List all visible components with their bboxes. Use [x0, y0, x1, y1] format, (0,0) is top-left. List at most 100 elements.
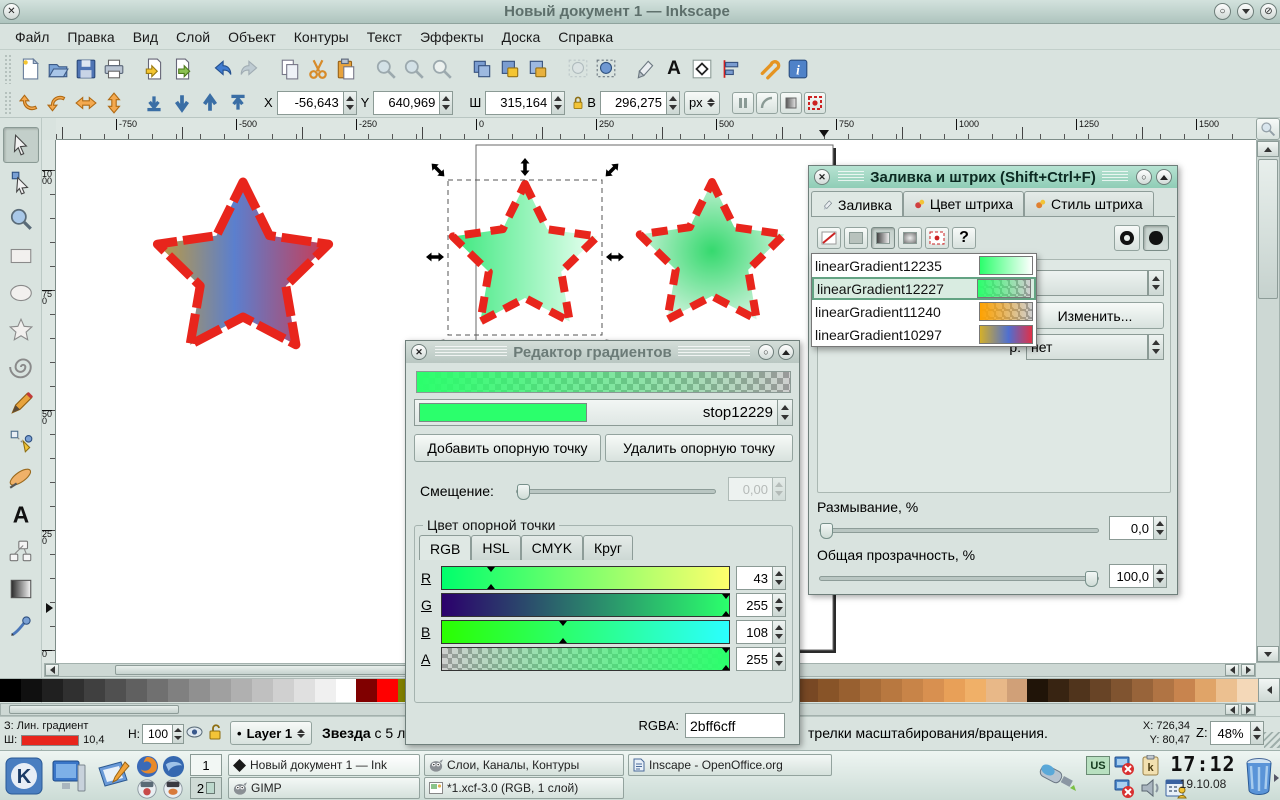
scroll-up-icon[interactable]	[1257, 141, 1279, 157]
palette-color[interactable]	[986, 679, 1007, 702]
layer-selector[interactable]: •Layer 1	[230, 721, 312, 745]
palette-color[interactable]	[0, 679, 21, 702]
delete-stop-button[interactable]: Удалить опорную точку	[605, 434, 793, 462]
fill-stroke-indicator[interactable]: З: Лин. градиент Ш:10,4	[4, 719, 105, 747]
scrollbar-thumb[interactable]	[1258, 159, 1278, 299]
redo-icon[interactable]	[237, 56, 263, 82]
tool-rectangle[interactable]	[3, 238, 39, 274]
palette-color[interactable]	[1048, 679, 1069, 702]
menu-text[interactable]: Текст	[358, 26, 411, 48]
palette-color[interactable]	[1069, 679, 1090, 702]
palette-color[interactable]	[902, 679, 923, 702]
flip-horizontal-icon[interactable]	[73, 90, 99, 116]
network-status-icon-2[interactable]	[1112, 777, 1136, 799]
dialog-shade-icon[interactable]: ○	[758, 344, 774, 360]
lower-icon[interactable]	[169, 90, 195, 116]
add-stop-button[interactable]: Добавить опорную точку	[414, 434, 601, 462]
kate-launcher[interactable]	[94, 757, 132, 795]
palette-color[interactable]	[965, 679, 986, 702]
scroll-left-icon[interactable]	[45, 664, 59, 676]
palette-color[interactable]	[168, 679, 189, 702]
layer-lock-icon[interactable]	[208, 724, 222, 743]
tool-gradient[interactable]	[3, 571, 39, 607]
pager-desktop-2[interactable]: 2	[190, 777, 222, 799]
task-inkscape[interactable]: Новый документ 1 — Ink	[228, 754, 420, 776]
paint-unknown-button[interactable]: ?	[952, 227, 976, 249]
import-document-icon[interactable]	[141, 56, 167, 82]
vertical-ruler[interactable]: 1000 750 500 250 0	[42, 140, 56, 663]
units-combobox[interactable]: px	[684, 91, 720, 115]
klipper-icon[interactable]: k	[1139, 754, 1161, 776]
palette-color[interactable]	[63, 679, 84, 702]
palette-color[interactable]	[377, 679, 398, 702]
export-document-icon[interactable]	[169, 56, 195, 82]
slider-thumb[interactable]	[820, 523, 833, 539]
menu-view[interactable]: Вид	[124, 26, 167, 48]
preferences-icon[interactable]	[757, 56, 783, 82]
toolbar-grip[interactable]	[4, 91, 12, 115]
gradient-list-item[interactable]: linearGradient10297	[812, 323, 1036, 346]
palette-color[interactable]	[126, 679, 147, 702]
palette-color[interactable]	[1111, 679, 1132, 702]
palette-color[interactable]	[860, 679, 881, 702]
align-dialog-icon[interactable]	[717, 56, 743, 82]
blue-spinbox[interactable]: 108	[736, 620, 786, 644]
palette-color[interactable]	[1132, 679, 1153, 702]
show-desktop-button[interactable]	[48, 757, 88, 795]
palette-color[interactable]	[839, 679, 860, 702]
palette-color[interactable]	[42, 679, 63, 702]
tool-calligraphy[interactable]	[3, 460, 39, 496]
opacity-indicator[interactable]: Н: 100	[128, 724, 184, 744]
palette-color[interactable]	[923, 679, 944, 702]
paint-radial-gradient-button[interactable]	[898, 227, 922, 249]
panel-hide-icon[interactable]	[1274, 769, 1279, 787]
palette-color[interactable]	[1090, 679, 1111, 702]
scroll-right-icon[interactable]	[1241, 704, 1255, 715]
palette-color[interactable]	[1174, 679, 1195, 702]
alpha-slider[interactable]	[441, 647, 730, 671]
tab-hsl[interactable]: HSL	[471, 535, 520, 560]
star-yellow-blue-red[interactable]	[157, 182, 328, 345]
horizontal-ruler[interactable]: -750 -500 -250 0 250 500 750 1000 1250 1…	[56, 118, 1256, 140]
tool-node-editor[interactable]	[3, 164, 39, 200]
clock[interactable]: 17:12 19.10.08	[1168, 754, 1238, 791]
palette-color[interactable]	[21, 679, 42, 702]
window-maximize-icon[interactable]	[1237, 3, 1254, 20]
dialog-close-icon[interactable]: ✕	[814, 169, 830, 185]
task-xcf-image[interactable]: *1.xcf-3.0 (RGB, 1 слой)	[424, 777, 624, 799]
paint-none-button[interactable]	[817, 227, 841, 249]
affect-gradients-toggle[interactable]	[780, 92, 802, 114]
tool-star[interactable]	[3, 312, 39, 348]
alpha-spinbox[interactable]: 255	[736, 647, 786, 671]
scroll-down-icon[interactable]	[1257, 646, 1279, 662]
palette-color[interactable]	[944, 679, 965, 702]
lower-to-bottom-icon[interactable]	[141, 90, 167, 116]
task-gimp[interactable]: GIMP	[228, 777, 420, 799]
zoom-page-icon[interactable]	[429, 56, 455, 82]
palette-color[interactable]	[1153, 679, 1174, 702]
palette-scroll-left-icon[interactable]	[1258, 678, 1280, 702]
window-menu-icon[interactable]: ⊘	[1260, 3, 1277, 20]
slider-thumb[interactable]	[517, 484, 530, 500]
menu-layer[interactable]: Слой	[167, 26, 219, 48]
select-original-icon[interactable]	[565, 56, 591, 82]
palette-color[interactable]	[105, 679, 126, 702]
scroll-right-icon[interactable]	[1241, 664, 1255, 676]
width-spinbox[interactable]: 315,164	[485, 91, 565, 115]
tool-selector[interactable]	[3, 127, 39, 163]
kde-menu-button[interactable]: K	[4, 755, 44, 797]
palette-color[interactable]	[1237, 679, 1258, 702]
zoom-spinbox[interactable]: 48%	[1210, 721, 1264, 745]
paste-icon[interactable]	[333, 56, 359, 82]
new-document-icon[interactable]	[17, 56, 43, 82]
gradient-list-item-selected[interactable]: linearGradient12227	[812, 277, 1036, 300]
raise-to-top-icon[interactable]	[225, 90, 251, 116]
palette-color[interactable]	[84, 679, 105, 702]
x-spinbox[interactable]: -56,643	[277, 91, 357, 115]
palette-color[interactable]	[147, 679, 168, 702]
palette-color[interactable]	[252, 679, 273, 702]
open-document-icon[interactable]	[45, 56, 71, 82]
fill-rule-evenodd-icon[interactable]	[1114, 225, 1140, 251]
tab-stroke-style[interactable]: Стиль штриха	[1024, 191, 1154, 216]
palette-color[interactable]	[231, 679, 252, 702]
